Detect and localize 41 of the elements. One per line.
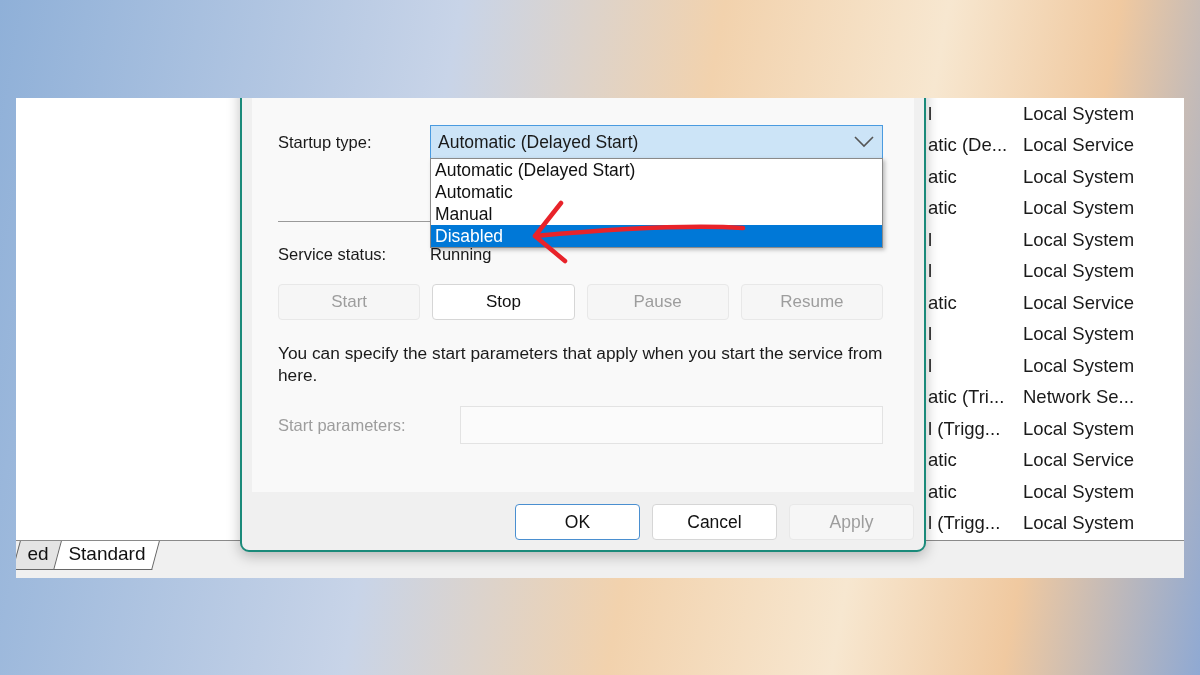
- table-cell: Local System: [1023, 197, 1135, 220]
- table-cell: Local System: [1023, 480, 1135, 503]
- table-cell: Local System: [1023, 102, 1135, 125]
- table-cell: l: [928, 228, 933, 251]
- table-cell: l (Trigg...: [928, 417, 1001, 440]
- hint-text: You can specify the start parameters that apply when you start the service from here.: [278, 342, 883, 386]
- table-cell: atic: [928, 197, 957, 220]
- table-cell: l: [928, 260, 933, 283]
- table-cell: Local System: [1023, 260, 1135, 283]
- dropdown-option[interactable]: Manual: [431, 203, 882, 225]
- table-cell: Network Se...: [1023, 386, 1135, 409]
- table-cell: l: [928, 323, 933, 346]
- table-cell: atic: [928, 165, 957, 188]
- field-label: Startup type:: [278, 132, 373, 152]
- table-cell: Local System: [1023, 417, 1135, 440]
- table-cell: Local Service: [1023, 449, 1135, 472]
- table-cell: Local System: [1023, 323, 1135, 346]
- dropdown-option[interactable]: Automatic: [431, 181, 882, 203]
- field-label: Service status:: [278, 244, 388, 264]
- table-cell: Local Service: [1023, 291, 1135, 314]
- table-cell: atic: [928, 480, 957, 503]
- service-button[interactable]: Stop: [432, 284, 575, 320]
- field-label: Start parameters:: [278, 415, 407, 435]
- chevron-down-icon: [854, 136, 874, 148]
- table-cell: l: [928, 102, 933, 125]
- table-cell: Local Service: [1023, 134, 1135, 157]
- dropdown-option[interactable]: Automatic (Delayed Start): [431, 159, 882, 181]
- table-cell: l (Trigg...: [928, 512, 1001, 535]
- table-cell: atic (Tri...: [928, 386, 1005, 409]
- table-cell: Local System: [1023, 165, 1135, 188]
- table-cell: atic: [928, 291, 957, 314]
- table-cell: atic (De...: [928, 134, 1008, 157]
- dialog-button[interactable]: Cancel: [652, 504, 777, 540]
- sheet-tab[interactable]: Standard: [53, 541, 161, 570]
- status-value: Running: [430, 244, 492, 264]
- table-cell: Local System: [1023, 228, 1135, 251]
- table-cell: atic: [928, 449, 957, 472]
- table-cell: Local System: [1023, 354, 1135, 377]
- table-cell: Local System: [1023, 512, 1135, 535]
- dialog-button[interactable]: OK: [515, 504, 640, 540]
- table-cell: l: [928, 354, 933, 377]
